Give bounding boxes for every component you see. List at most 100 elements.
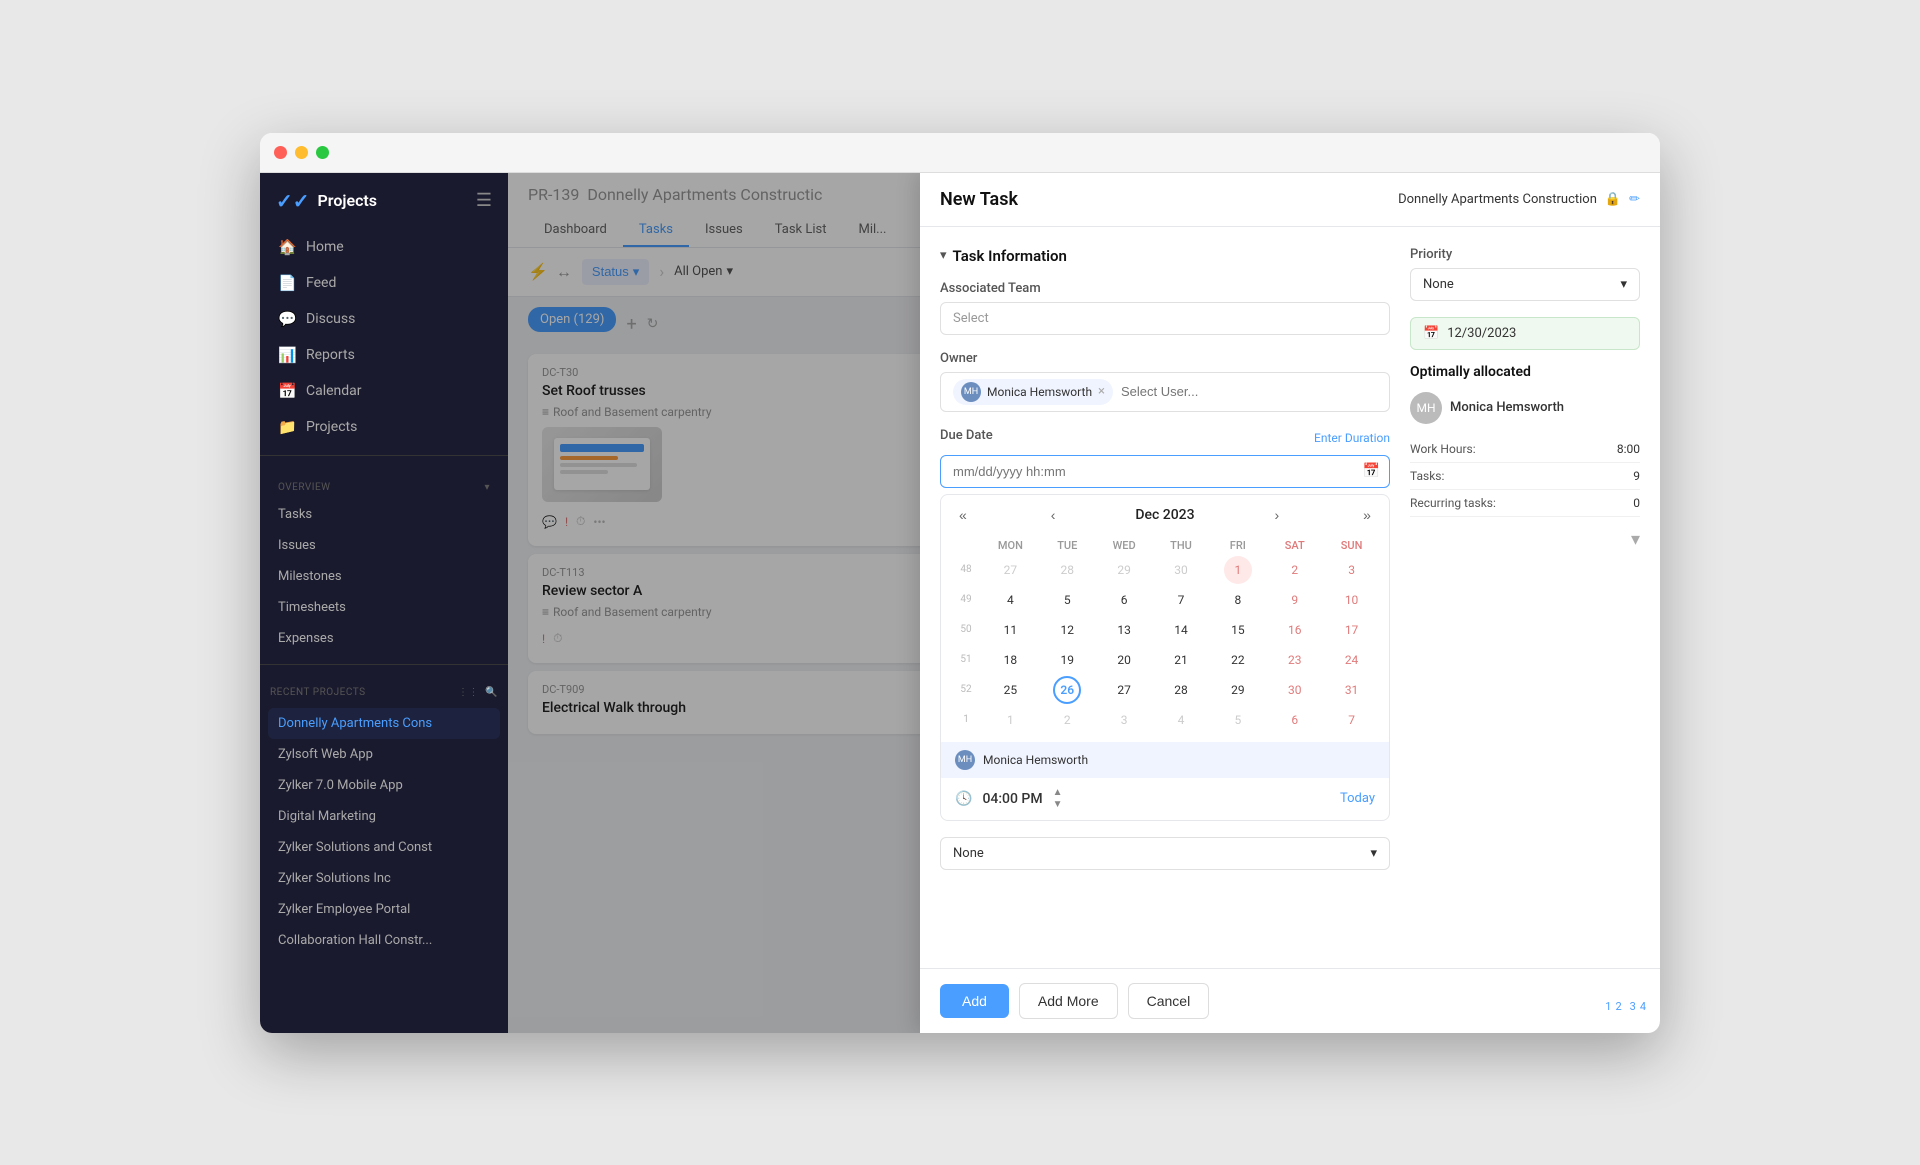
cal-day-dec24[interactable]: 24 <box>1338 646 1366 674</box>
cal-day-dec6[interactable]: 6 <box>1110 586 1138 614</box>
cal-day-dec9[interactable]: 9 <box>1281 586 1309 614</box>
clock-icon: 🕓 <box>955 791 972 807</box>
sidebar-menu-icon[interactable]: ☰ <box>476 190 492 211</box>
sidebar-sub-timesheets[interactable]: Timesheets <box>268 592 500 623</box>
cal-day-dec7[interactable]: 7 <box>1167 586 1195 614</box>
cal-day-nov28[interactable]: 28 <box>1053 556 1081 584</box>
due-date-label: Due Date <box>940 428 993 443</box>
cal-day-nov29[interactable]: 29 <box>1110 556 1138 584</box>
calendar-picker-icon[interactable]: 📅 <box>1363 463 1380 479</box>
cal-day-nov27[interactable]: 27 <box>996 556 1024 584</box>
cal-next-year-button[interactable]: » <box>1359 505 1375 525</box>
owner-remove-button[interactable]: × <box>1098 384 1105 399</box>
none-label: None <box>953 846 984 861</box>
recent-projects-search-icon[interactable]: 🔍 <box>485 687 498 698</box>
sidebar-item-feed[interactable]: 📄 Feed <box>268 265 500 301</box>
recent-project-digital[interactable]: Digital Marketing <box>268 801 500 832</box>
cal-day-jan5[interactable]: 5 <box>1224 706 1252 734</box>
recent-project-inc[interactable]: Zylker Solutions Inc <box>268 863 500 894</box>
panel-right: Priority None ▾ 📅 12/30/2023 <box>1410 247 1640 948</box>
recent-projects-menu-icon[interactable]: ⋮⋮ <box>458 687 479 698</box>
cal-day-dec20[interactable]: 20 <box>1110 646 1138 674</box>
lock-icon[interactable]: 🔒 <box>1605 192 1621 207</box>
cal-day-dec18[interactable]: 18 <box>996 646 1024 674</box>
sidebar-logo-text: Projects <box>318 191 378 210</box>
cal-day-dec10[interactable]: 10 <box>1338 586 1366 614</box>
sidebar-header: ✓✓ Projects ☰ <box>260 173 508 225</box>
add-button[interactable]: Add <box>940 984 1009 1018</box>
cal-day-jan3[interactable]: 3 <box>1110 706 1138 734</box>
cal-day-dec11[interactable]: 11 <box>996 616 1024 644</box>
sidebar-sub-issues[interactable]: Issues <box>268 530 500 561</box>
cal-day-dec8[interactable]: 8 <box>1224 586 1252 614</box>
sidebar-sub-milestones[interactable]: Milestones <box>268 561 500 592</box>
cal-day-dec16[interactable]: 16 <box>1281 616 1309 644</box>
cancel-button[interactable]: Cancel <box>1128 983 1210 1019</box>
calendar-week-49: 49 4 5 6 7 8 9 10 <box>951 586 1379 614</box>
associated-team-select[interactable]: Select <box>940 302 1390 335</box>
cal-day-jan1[interactable]: 1 <box>996 706 1024 734</box>
cal-day-dec21[interactable]: 21 <box>1167 646 1195 674</box>
sidebar-item-projects[interactable]: 📁 Projects <box>268 409 500 445</box>
owner-input-field[interactable]: MH Monica Hemsworth × <box>940 372 1390 412</box>
cal-day-jan6[interactable]: 6 <box>1281 706 1309 734</box>
recent-project-collaboration[interactable]: Collaboration Hall Constr... <box>268 925 500 956</box>
priority-select[interactable]: None ▾ <box>1410 268 1640 301</box>
enter-duration-link[interactable]: Enter Duration <box>1314 431 1390 445</box>
minimize-button[interactable] <box>295 146 308 159</box>
cal-day-dec22[interactable]: 22 <box>1224 646 1252 674</box>
sidebar-sub-expenses[interactable]: Expenses <box>268 623 500 654</box>
cal-day-dec26[interactable]: 26 <box>1053 676 1081 704</box>
sidebar-sub-tasks[interactable]: Tasks <box>268 499 500 530</box>
time-down-button[interactable]: ▼ <box>1053 800 1063 810</box>
date-input[interactable] <box>940 455 1390 488</box>
sidebar-item-discuss[interactable]: 💬 Discuss <box>268 301 500 337</box>
sidebar-item-reports[interactable]: 📊 Reports <box>268 337 500 373</box>
today-button[interactable]: Today <box>1340 791 1375 806</box>
cal-day-jan4[interactable]: 4 <box>1167 706 1195 734</box>
cal-day-dec17[interactable]: 17 <box>1338 616 1366 644</box>
titlebar <box>260 133 1660 173</box>
add-more-button[interactable]: Add More <box>1019 983 1118 1019</box>
owner-search-input[interactable] <box>1121 384 1377 399</box>
cal-day-dec14[interactable]: 14 <box>1167 616 1195 644</box>
time-up-button[interactable]: ▲ <box>1053 788 1063 798</box>
cal-day-dec28[interactable]: 28 <box>1167 676 1195 704</box>
sidebar-item-calendar-label: Calendar <box>306 383 362 399</box>
sidebar-item-calendar[interactable]: 📅 Calendar <box>268 373 500 409</box>
expand-chevron-icon[interactable]: ▾ <box>1631 529 1640 550</box>
close-button[interactable] <box>274 146 287 159</box>
cal-day-dec4[interactable]: 4 <box>996 586 1024 614</box>
recent-project-zylsoft[interactable]: Zylsoft Web App <box>268 739 500 770</box>
cal-day-dec3[interactable]: 3 <box>1338 556 1366 584</box>
recent-project-donnelly[interactable]: Donnelly Apartments Cons <box>268 708 500 739</box>
cal-day-dec5[interactable]: 5 <box>1053 586 1081 614</box>
cal-day-dec12[interactable]: 12 <box>1053 616 1081 644</box>
cal-day-jan2[interactable]: 2 <box>1053 706 1081 734</box>
cal-prev-year-button[interactable]: « <box>955 505 971 525</box>
cal-day-dec2[interactable]: 2 <box>1281 556 1309 584</box>
collapse-icon[interactable]: ▾ <box>940 248 947 263</box>
cal-day-nov30[interactable]: 30 <box>1167 556 1195 584</box>
cal-day-dec1[interactable]: 1 <box>1224 556 1252 584</box>
recent-project-solutions[interactable]: Zylker Solutions and Const <box>268 832 500 863</box>
cal-day-jan7[interactable]: 7 <box>1338 706 1366 734</box>
cal-day-dec27[interactable]: 27 <box>1110 676 1138 704</box>
cal-day-dec25[interactable]: 25 <box>996 676 1024 704</box>
sidebar-item-home[interactable]: 🏠 Home <box>268 229 500 265</box>
cal-day-dec30[interactable]: 30 <box>1281 676 1309 704</box>
cal-day-dec15[interactable]: 15 <box>1224 616 1252 644</box>
cal-next-month-button[interactable]: › <box>1271 505 1284 525</box>
opt-stat-label-3: Recurring tasks: <box>1410 496 1496 510</box>
maximize-button[interactable] <box>316 146 329 159</box>
recent-project-employee[interactable]: Zylker Employee Portal <box>268 894 500 925</box>
cal-prev-month-button[interactable]: ‹ <box>1047 505 1060 525</box>
edit-icon[interactable]: ✏ <box>1629 192 1640 207</box>
cal-day-dec29[interactable]: 29 <box>1224 676 1252 704</box>
recent-project-zylker70[interactable]: Zylker 7.0 Mobile App <box>268 770 500 801</box>
cal-day-dec19[interactable]: 19 <box>1053 646 1081 674</box>
cal-day-dec13[interactable]: 13 <box>1110 616 1138 644</box>
none-field[interactable]: None ▾ <box>940 837 1390 870</box>
cal-day-dec23[interactable]: 23 <box>1281 646 1309 674</box>
cal-day-dec31[interactable]: 31 <box>1338 676 1366 704</box>
